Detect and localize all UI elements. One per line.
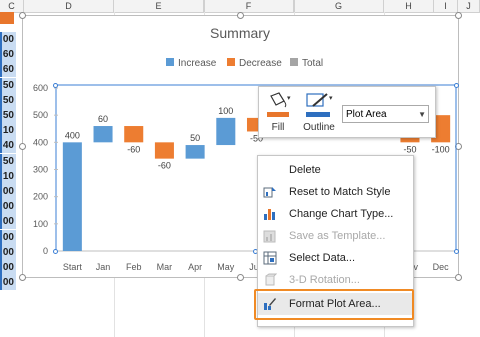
legend-label-increase: Increase	[178, 58, 217, 69]
select-data-icon	[263, 251, 277, 265]
bar-jan[interactable]	[93, 126, 113, 143]
outline-pen-icon: ▾	[306, 93, 333, 117]
menu-item-save-template[interactable]: Save as Template...	[258, 225, 413, 247]
highlight-annotation	[254, 289, 414, 320]
x-tick-label: Start	[63, 262, 83, 272]
chart-element-value: Plot Area	[346, 109, 387, 120]
x-tick-label: Jan	[96, 262, 111, 272]
reset-style-icon	[263, 187, 276, 198]
bar-feb[interactable]	[124, 126, 144, 143]
fill-button[interactable]: ▾ Fill	[263, 90, 293, 134]
legend-swatch-total	[290, 58, 298, 66]
menu-item-3d-rotation[interactable]: 3-D Rotation...	[258, 269, 413, 291]
menu-item-label: 3-D Rotation...	[289, 274, 360, 286]
plot-area-handle[interactable]	[53, 249, 58, 254]
legend-label-total: Total	[302, 58, 323, 69]
outline-button[interactable]: ▾ Outline	[301, 90, 337, 134]
y-tick-label: 500	[33, 110, 48, 120]
svg-text:▾: ▾	[287, 95, 291, 102]
bar-data-label: 50	[190, 133, 200, 143]
x-tick-label: Mar	[157, 262, 173, 272]
bar-data-label: -100	[432, 144, 450, 154]
menu-item-label: Save as Template...	[289, 230, 386, 242]
rotation-icon	[265, 273, 277, 286]
chart-legend[interactable]: Increase Decrease Total	[166, 58, 323, 69]
save-template-icon	[263, 230, 276, 243]
svg-text:▾: ▾	[329, 95, 333, 102]
fill-label: Fill	[271, 122, 285, 133]
fill-bucket-icon: ▾	[267, 92, 291, 117]
bar-data-label: -60	[127, 144, 140, 154]
bar-data-label: -60	[158, 161, 171, 171]
legend-label-decrease: Decrease	[239, 58, 282, 69]
x-tick-label: Dec	[433, 262, 450, 272]
bar-may[interactable]	[216, 117, 236, 146]
chart-title[interactable]: Summary	[210, 25, 270, 41]
menu-item-delete[interactable]: Delete	[258, 159, 413, 181]
bar-mar[interactable]	[154, 142, 174, 159]
plot-area-handle[interactable]	[454, 249, 459, 254]
y-tick-label: 300	[33, 165, 48, 175]
bar-apr[interactable]	[185, 145, 205, 159]
x-tick-label: Feb	[126, 262, 142, 272]
plot-area-handle[interactable]	[454, 83, 459, 88]
legend-swatch-decrease	[227, 58, 235, 66]
y-tick-label: 400	[33, 137, 48, 147]
bar-data-label: 60	[98, 114, 108, 124]
y-tick-label: 600	[33, 83, 48, 93]
outline-label: Outline	[303, 122, 335, 133]
x-tick-label: Apr	[188, 262, 202, 272]
menu-item-reset-style[interactable]: Reset to Match Style	[258, 181, 413, 203]
y-tick-label: 100	[33, 219, 48, 229]
y-tick-label: 0	[43, 246, 48, 256]
chart-element-select[interactable]: Plot Area ▼	[342, 105, 429, 123]
plot-area-handle[interactable]	[53, 83, 58, 88]
menu-item-change-chart-type[interactable]: Change Chart Type...	[258, 203, 413, 225]
menu-item-label: Select Data...	[289, 252, 356, 264]
legend-swatch-increase	[166, 58, 174, 66]
bar-start[interactable]	[62, 142, 82, 251]
chart-type-icon	[264, 209, 275, 220]
menu-item-label: Delete	[289, 164, 321, 176]
bar-data-label: -50	[403, 144, 416, 154]
menu-item-select-data[interactable]: Select Data...	[258, 247, 413, 269]
y-tick-label: 200	[33, 192, 48, 202]
bar-data-label: 100	[218, 106, 233, 116]
menu-item-label: Change Chart Type...	[289, 208, 394, 220]
format-mini-toolbar: ▾ Fill ▾ Outline Plot Area ▼	[258, 86, 436, 138]
menu-item-label: Reset to Match Style	[289, 186, 391, 198]
x-tick-label: May	[217, 262, 235, 272]
chevron-down-icon: ▼	[418, 110, 426, 119]
bar-data-label: 400	[65, 130, 80, 140]
